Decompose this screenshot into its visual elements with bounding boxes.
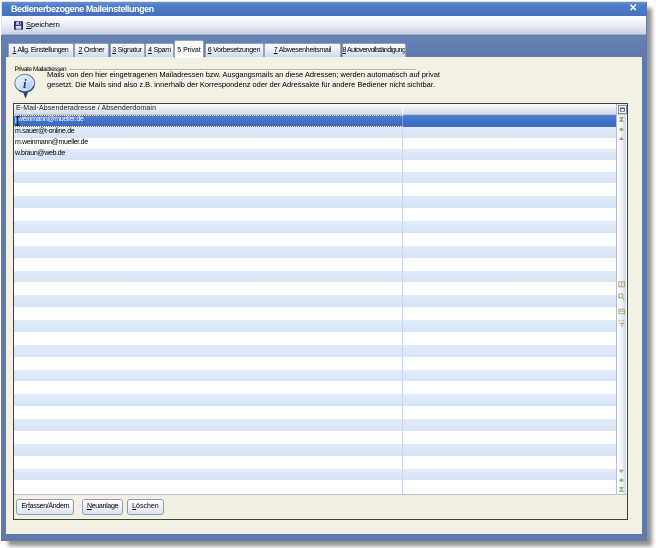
svg-text:i: i (23, 76, 27, 91)
